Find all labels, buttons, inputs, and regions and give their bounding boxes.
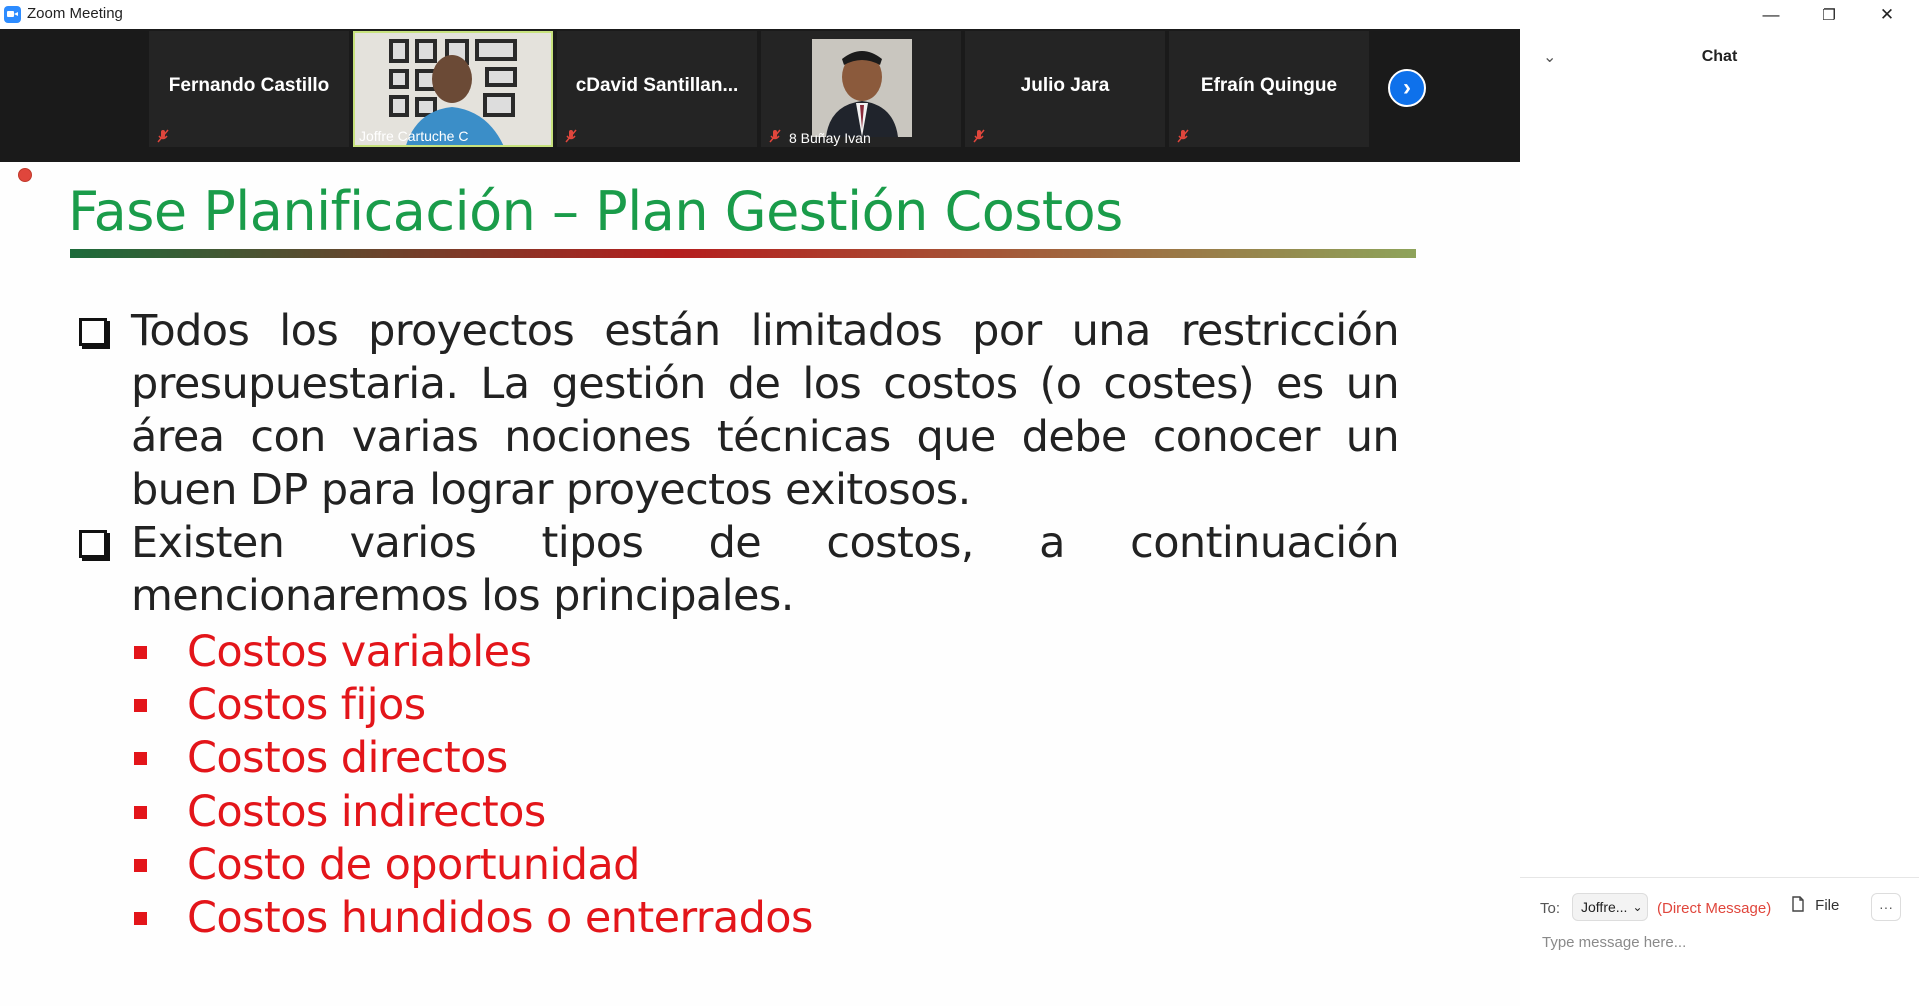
cost-type-item: Costo de oportunidad — [187, 840, 640, 890]
square-bullet-icon — [134, 699, 147, 712]
muted-mic-icon — [1177, 129, 1189, 143]
more-options-button[interactable]: ··· — [1871, 893, 1901, 921]
window-title: Zoom Meeting — [27, 5, 123, 22]
participant-name: cDavid Santillan... — [575, 75, 739, 96]
participant-tile[interactable]: Julio Jara — [965, 31, 1165, 147]
square-bullet-icon — [134, 859, 147, 872]
file-label: File — [1815, 897, 1840, 914]
zoom-app-icon — [4, 6, 21, 23]
chat-message-input[interactable] — [1540, 933, 1904, 952]
participant-name: Julio Jara — [1020, 75, 1110, 96]
direct-message-label: (Direct Message) — [1657, 900, 1772, 917]
muted-mic-icon — [973, 129, 985, 143]
participant-video-strip: Fernando Castillo Joffre Cartuche C cDav… — [0, 29, 1520, 162]
restore-button[interactable]: ❐ — [1800, 0, 1858, 29]
cost-type-item: Costos fijos — [187, 680, 426, 730]
square-bullet-icon — [134, 806, 147, 819]
recipient-value: Joffre... — [1581, 899, 1628, 915]
participant-tile-active-speaker[interactable]: Joffre Cartuche C — [353, 31, 553, 147]
square-bullet-icon — [134, 752, 147, 765]
chat-divider — [1520, 877, 1919, 878]
muted-mic-icon — [565, 129, 577, 143]
next-participants-arrow-icon[interactable]: › — [1388, 69, 1426, 107]
chat-title: Chat — [1701, 48, 1738, 65]
participant-tile[interactable]: Efraín Quingue — [1169, 31, 1369, 147]
muted-mic-icon — [769, 129, 781, 143]
square-bullet-icon — [134, 912, 147, 925]
slide-title: Fase Planificación – Plan Gestión Costos — [68, 180, 1123, 243]
recipient-select[interactable]: Joffre... ⌄ — [1572, 893, 1648, 921]
cost-type-item: Costos hundidos o enterrados — [187, 893, 813, 943]
muted-mic-icon — [157, 129, 169, 143]
cost-type-item: Costos variables — [187, 627, 532, 677]
slide-bullet-text: Todos los proyectos están limitados por … — [131, 306, 1400, 515]
window-title-bar: Zoom Meeting — ❐ ✕ — [0, 0, 1919, 29]
cost-type-item: Costos indirectos — [187, 787, 546, 837]
square-bullet-icon — [134, 646, 147, 659]
checkbox-bullet-icon — [79, 318, 107, 346]
participant-tile[interactable]: 8 Buñay Ivan — [761, 31, 961, 147]
minimize-button[interactable]: — — [1742, 0, 1800, 29]
participant-tile[interactable]: Fernando Castillo — [149, 31, 349, 147]
slide-bullet-text: Existen varios tipos de costos, a contin… — [131, 518, 1400, 621]
checkbox-bullet-icon — [79, 530, 107, 558]
participant-name: Joffre Cartuche C — [359, 128, 469, 144]
file-icon — [1792, 896, 1804, 912]
participant-name: Fernando Castillo — [168, 75, 330, 96]
recording-indicator-icon — [18, 168, 32, 182]
participant-tile[interactable]: cDavid Santillan... — [557, 31, 757, 147]
participant-photo — [812, 39, 912, 137]
participant-name: Efraín Quingue — [1200, 75, 1338, 96]
close-button[interactable]: ✕ — [1858, 0, 1916, 29]
chat-panel: ⌄ Chat To: Joffre... ⌄ (Direct Message) … — [1520, 29, 1919, 1006]
to-label: To: — [1540, 900, 1561, 917]
file-button[interactable]: File — [1791, 896, 1839, 914]
participant-name: 8 Buñay Ivan — [789, 130, 871, 146]
chevron-down-icon: ⌄ — [1632, 900, 1643, 914]
cost-type-item: Costos directos — [187, 733, 508, 783]
title-underline — [70, 249, 1416, 258]
